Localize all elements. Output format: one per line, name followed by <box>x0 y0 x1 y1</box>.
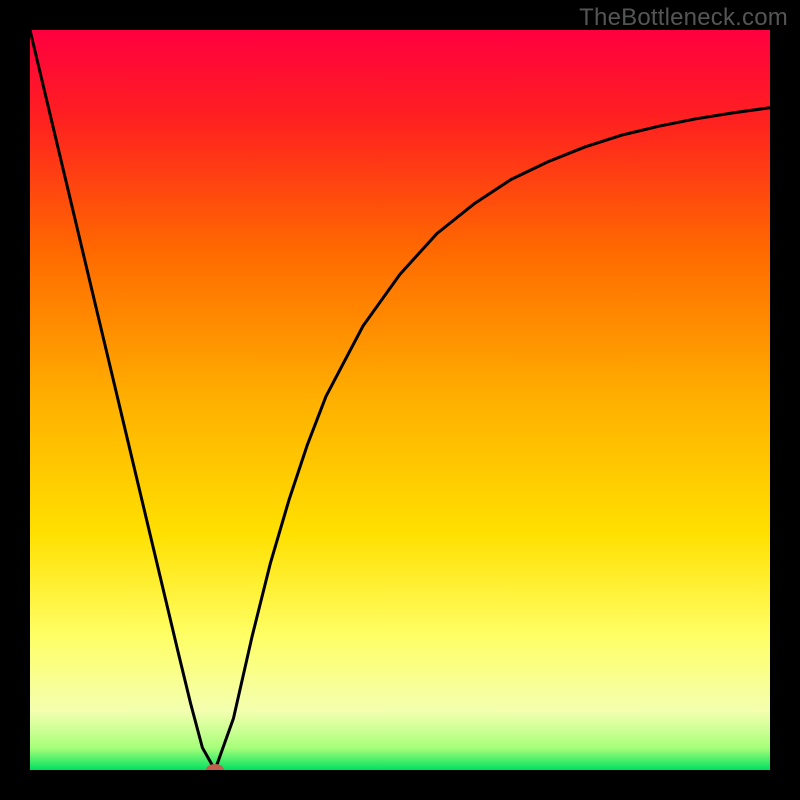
gradient-background <box>30 30 770 770</box>
watermark-text: TheBottleneck.com <box>579 4 788 32</box>
chart-container: TheBottleneck.com <box>0 0 800 800</box>
bottleneck-chart <box>30 30 770 770</box>
